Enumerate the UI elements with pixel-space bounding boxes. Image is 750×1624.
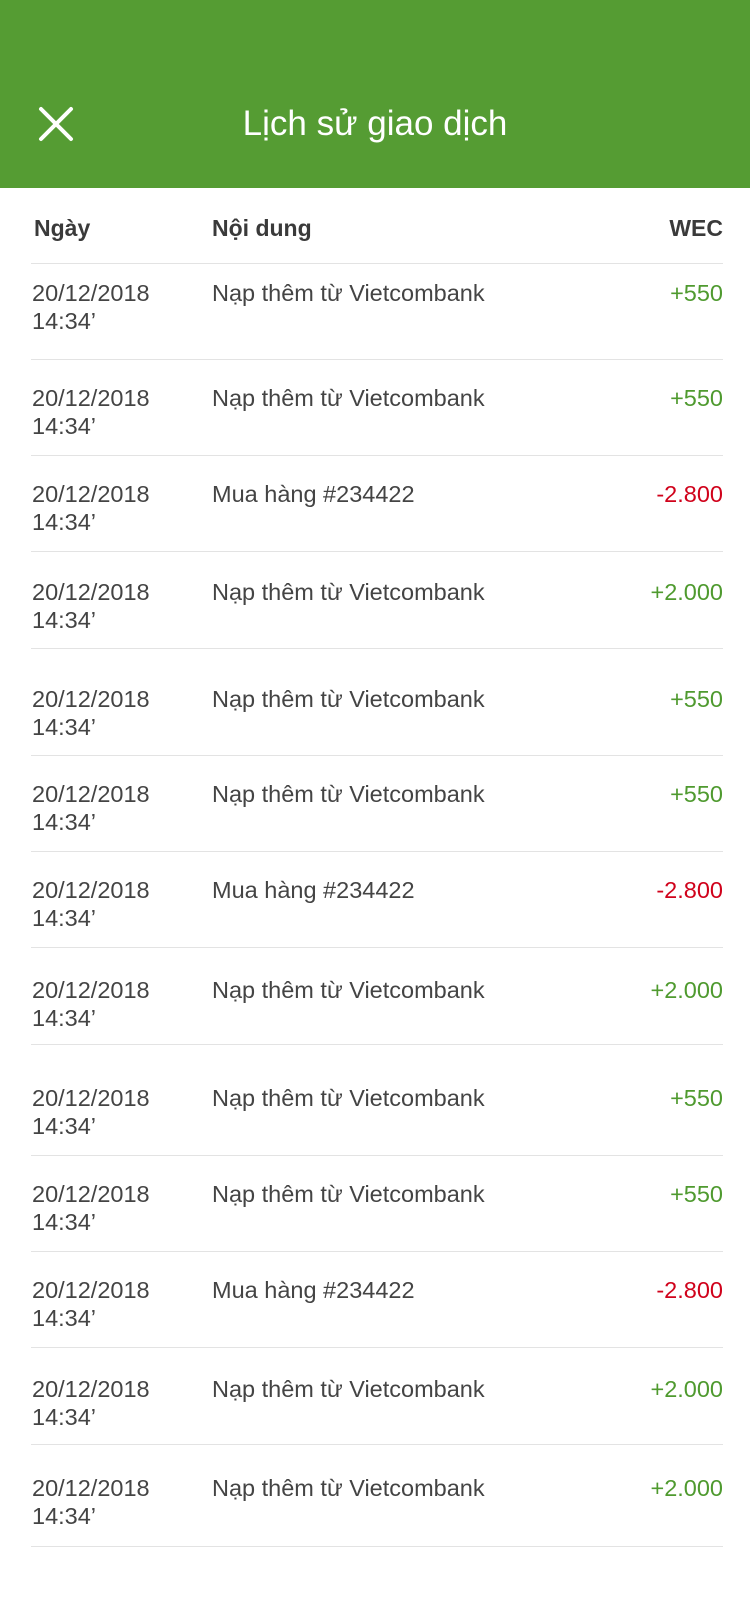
transaction-date-time: 14:34’ (32, 308, 97, 334)
table-row[interactable]: 20/12/2018 14:34’ Nạp thêm từ Vietcombank +… (31, 1445, 723, 1547)
transaction-date: 20/12/2018 14:34’ (32, 384, 150, 440)
transaction-date-time: 14:34’ (32, 1005, 97, 1031)
transaction-amount: +550 (670, 1085, 723, 1111)
table-row[interactable]: 20/12/2018 14:34’ Mua hàng #234422 -2.800 (31, 456, 723, 552)
transaction-content: Nạp thêm từ Vietcombank (212, 1181, 485, 1207)
transaction-date: 20/12/2018 14:34’ (32, 578, 150, 634)
page-title: Lịch sử giao dịch (242, 104, 508, 143)
transaction-date-day: 20/12/2018 (32, 385, 150, 411)
transaction-date: 20/12/2018 14:34’ (32, 279, 150, 335)
transaction-date: 20/12/2018 14:34’ (32, 1375, 150, 1431)
transaction-content: Nạp thêm từ Vietcombank (212, 280, 485, 306)
transaction-date: 20/12/2018 14:34’ (32, 876, 150, 932)
transaction-date-day: 20/12/2018 (32, 686, 150, 712)
table-row[interactable]: 20/12/2018 14:34’ Nạp thêm từ Vietcombank +… (31, 1045, 723, 1156)
transaction-list: 20/12/2018 14:34’ Nạp thêm từ Vietcombank +… (31, 263, 723, 1547)
transaction-amount: -2.800 (656, 481, 723, 507)
transaction-date-day: 20/12/2018 (32, 977, 150, 1003)
table-row[interactable]: 20/12/2018 14:34’ Nạp thêm từ Vietcombank +… (31, 1156, 723, 1252)
transaction-amount: +550 (670, 1181, 723, 1207)
transaction-date: 20/12/2018 14:34’ (32, 685, 150, 741)
transaction-date-day: 20/12/2018 (32, 1181, 150, 1207)
transaction-content: Nạp thêm từ Vietcombank (212, 385, 485, 411)
transaction-date-time: 14:34’ (32, 1209, 97, 1235)
table-row[interactable]: 20/12/2018 14:34’ Nạp thêm từ Vietcombank +… (31, 1348, 723, 1445)
transaction-date-time: 14:34’ (32, 905, 97, 931)
transaction-date-day: 20/12/2018 (32, 1376, 150, 1402)
column-header-wec: WEC (669, 215, 723, 241)
transaction-amount: +2.000 (650, 1475, 723, 1501)
transaction-date-day: 20/12/2018 (32, 781, 150, 807)
transaction-date-time: 14:34’ (32, 1305, 97, 1331)
transaction-content: Mua hàng #234422 (212, 481, 415, 507)
transaction-date-time: 14:34’ (32, 413, 97, 439)
column-header-date: Ngày (34, 215, 91, 241)
transaction-date-day: 20/12/2018 (32, 280, 150, 306)
transaction-amount: -2.800 (656, 877, 723, 903)
table-row[interactable]: 20/12/2018 14:34’ Mua hàng #234422 -2.800 (31, 852, 723, 948)
transaction-content: Mua hàng #234422 (212, 1277, 415, 1303)
transaction-amount: +2.000 (650, 1376, 723, 1402)
transaction-content: Nạp thêm từ Vietcombank (212, 781, 485, 807)
transaction-date-time: 14:34’ (32, 714, 97, 740)
transaction-date-time: 14:34’ (32, 1503, 97, 1529)
transaction-date-time: 14:34’ (32, 509, 97, 535)
table-row[interactable]: 20/12/2018 14:34’ Nạp thêm từ Vietcombank +… (31, 756, 723, 852)
table-row[interactable]: 20/12/2018 14:34’ Nạp thêm từ Vietcombank +… (31, 263, 723, 360)
transaction-content: Nạp thêm từ Vietcombank (212, 1475, 485, 1501)
table-row[interactable]: 20/12/2018 14:34’ Nạp thêm từ Vietcombank +… (31, 360, 723, 456)
table-row[interactable]: 20/12/2018 14:34’ Mua hàng #234422 -2.800 (31, 1252, 723, 1348)
transaction-content: Nạp thêm từ Vietcombank (212, 579, 485, 605)
transaction-date: 20/12/2018 14:34’ (32, 1276, 150, 1332)
transaction-date-time: 14:34’ (32, 1113, 97, 1139)
table-row[interactable]: 20/12/2018 14:34’ Nạp thêm từ Vietcombank +… (31, 948, 723, 1045)
transaction-date: 20/12/2018 14:34’ (32, 1474, 150, 1530)
transaction-date: 20/12/2018 14:34’ (32, 976, 150, 1032)
table-row[interactable]: 20/12/2018 14:34’ Nạp thêm từ Vietcombank +… (31, 552, 723, 649)
transaction-amount: -2.800 (656, 1277, 723, 1303)
transaction-date: 20/12/2018 14:34’ (32, 480, 150, 536)
transaction-amount: +550 (670, 280, 723, 306)
app-header: Lịch sử giao dịch (0, 0, 750, 188)
transaction-date: 20/12/2018 14:34’ (32, 1084, 150, 1140)
transaction-content: Nạp thêm từ Vietcombank (212, 977, 485, 1003)
transaction-date-day: 20/12/2018 (32, 877, 150, 903)
table-header: Ngày Nội dung WEC (31, 188, 723, 264)
transaction-date-time: 14:34’ (32, 1404, 97, 1430)
transaction-date: 20/12/2018 14:34’ (32, 1180, 150, 1236)
transaction-amount: +550 (670, 781, 723, 807)
transaction-content: Nạp thêm từ Vietcombank (212, 1376, 485, 1402)
transaction-content: Nạp thêm từ Vietcombank (212, 686, 485, 712)
transaction-date-time: 14:34’ (32, 809, 97, 835)
column-header-content: Nội dung (212, 215, 312, 241)
table-row[interactable]: 20/12/2018 14:34’ Nạp thêm từ Vietcombank +… (31, 649, 723, 756)
transaction-date-time: 14:34’ (32, 607, 97, 633)
transaction-amount: +2.000 (650, 579, 723, 605)
transaction-content: Mua hàng #234422 (212, 877, 415, 903)
transaction-date: 20/12/2018 14:34’ (32, 780, 150, 836)
transaction-amount: +2.000 (650, 977, 723, 1003)
transaction-content: Nạp thêm từ Vietcombank (212, 1085, 485, 1111)
transaction-date-day: 20/12/2018 (32, 481, 150, 507)
transaction-amount: +550 (670, 385, 723, 411)
transaction-date-day: 20/12/2018 (32, 579, 150, 605)
transaction-date-day: 20/12/2018 (32, 1085, 150, 1111)
transaction-date-day: 20/12/2018 (32, 1277, 150, 1303)
transaction-date-day: 20/12/2018 (32, 1475, 150, 1501)
transaction-amount: +550 (670, 686, 723, 712)
